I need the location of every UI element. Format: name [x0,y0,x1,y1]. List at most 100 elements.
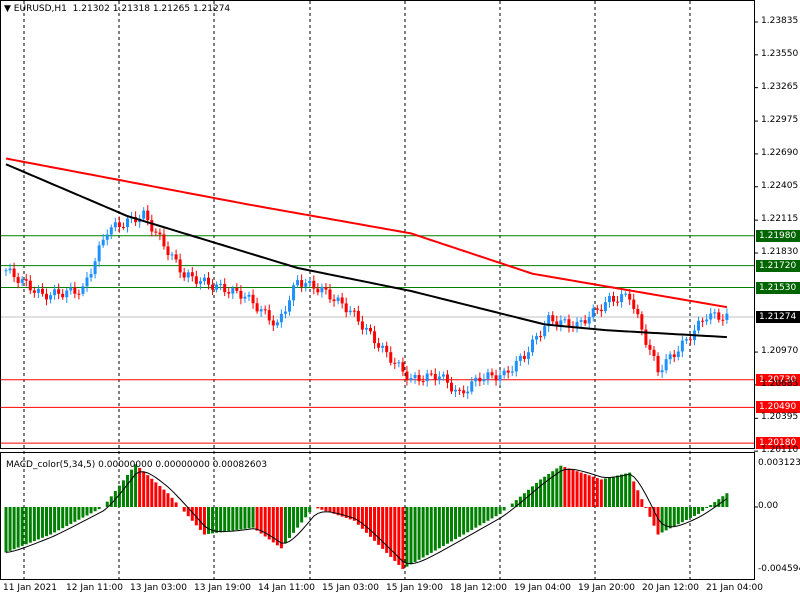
macd-bar [478,507,482,526]
macd-bar [535,482,539,507]
macd-bar [575,471,579,507]
macd-bar [4,507,8,553]
macd-bar [583,473,587,507]
candle-body [166,246,170,256]
macd-bar [162,489,166,507]
candle-body [126,218,129,228]
candle-body [668,354,672,360]
macd-bar [8,507,12,551]
candle-body [223,283,227,293]
macd-bar [660,507,664,533]
macd-bar [360,507,364,529]
macd-bar [510,503,514,507]
level-price-label: 1.21720 [756,259,800,272]
macd-bar [628,472,632,507]
macd-bar [20,507,24,546]
macd-bar [211,507,215,534]
macd-bar [134,464,138,507]
candle-body [182,272,186,278]
macd-bar [421,507,425,558]
price-axis-label: 1.23265 [761,81,799,92]
symbol-label: EURUSD,H1 [13,4,67,14]
price-chart[interactable] [0,0,800,600]
level-price-label: 1.21980 [756,229,800,242]
macd-bar [219,507,223,533]
macd-bar [579,472,583,507]
candle-body [628,293,632,300]
candle-body [207,277,210,285]
macd-bar [77,507,81,520]
candle-body [105,234,109,240]
macd-bar [437,507,441,549]
macd-bar [239,507,243,530]
candle-body [385,345,389,353]
time-axis-label: 12 Jan 11:00 [66,583,123,593]
candle-body [599,309,603,312]
candle-body [616,301,620,303]
high-value: 1.21318 [112,4,150,14]
macd-bar [648,507,652,517]
open-value: 1.21302 [72,4,110,14]
macd-bar [36,507,40,540]
candle-body [32,290,36,293]
macd-bar [138,467,142,507]
macd-bar [235,507,239,530]
candle-body [101,239,105,246]
macd-bar [126,474,129,507]
candle-body [518,355,522,361]
macd-axis-label: 0.0031235 [758,458,800,468]
macd-bar [676,507,680,525]
macd-bar [474,507,478,528]
moving-average-red [5,157,728,309]
candle-body [109,227,113,235]
candle-body [235,287,239,291]
candle-body [36,288,40,293]
candle-body [65,290,69,298]
candle-body [551,315,555,322]
candle-body [344,303,348,313]
candle-body [587,317,591,324]
candle-body [377,343,381,348]
candle-body [539,336,543,338]
candle-body [389,352,393,363]
candle-body [121,227,125,229]
candle-body [393,362,397,364]
macd-bar [409,507,413,565]
candle-body [97,245,101,262]
candle-body [53,289,57,296]
candle-body [474,377,478,382]
macd-bar [300,507,304,523]
price-axis-label: 1.22115 [761,214,799,225]
macd-bar [227,507,231,532]
macd-bar [69,507,73,524]
macd-bar [725,493,729,507]
macd-bar [462,507,466,535]
macd-bar [636,490,640,507]
candle-body [340,297,344,304]
candle-body [12,268,16,278]
candle-body [405,371,409,380]
candle-body [117,222,121,228]
time-axis-label: 14 Jan 11:00 [258,583,315,593]
time-axis-label: 19 Jan 04:00 [514,583,571,593]
close-value: 1.21274 [192,4,231,14]
candle-body [632,299,636,309]
candle-body [413,374,417,379]
candle-body [494,375,498,381]
price-axis-label: 1.20970 [761,346,799,357]
candle-body [697,320,701,331]
macd-bar [563,467,567,507]
macd-bar [85,507,89,516]
candle-body [227,292,231,294]
macd-bar [450,507,453,542]
candle-body [429,373,433,375]
macd-bar [571,469,575,507]
macd-bar [502,507,506,511]
time-axis-label: 11 Jan 2021 [3,583,57,593]
macd-bar [255,507,259,531]
macd-bar [417,507,421,560]
candle-body [506,370,510,373]
current-price-label: 1.21274 [756,311,800,324]
macd-bar [441,507,445,547]
macd-title: MACD_color(5,34,5) 0.00000000 0.00000000… [6,460,268,470]
